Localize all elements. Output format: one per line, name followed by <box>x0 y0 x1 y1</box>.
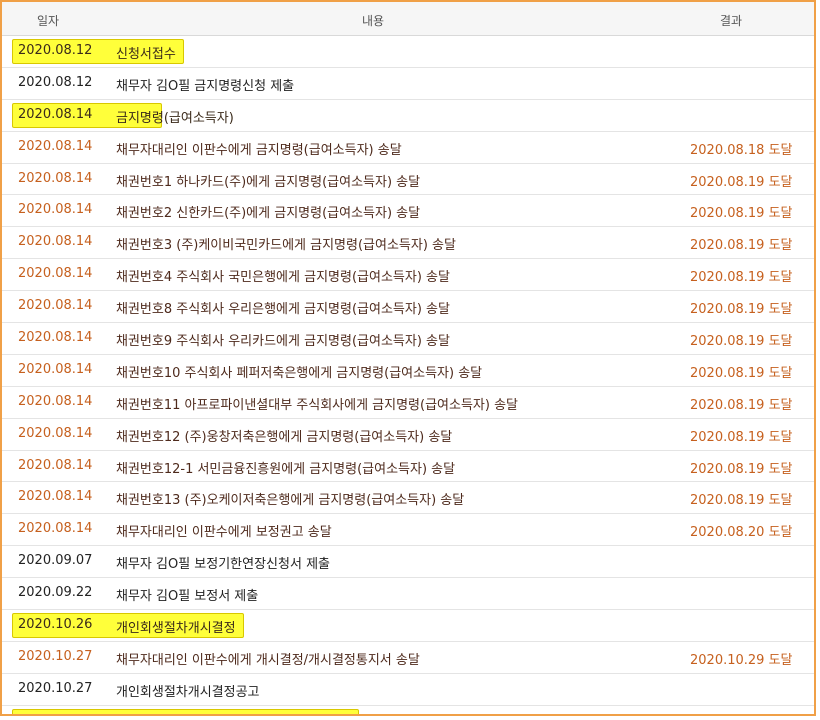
row-content: 채무자 김O필 보정서 제출 <box>116 589 259 605</box>
row-content: 채무자대리인 이판수에게 개시결정/개시결정통지서 송달 <box>116 652 420 668</box>
row-date: 2021.01.18 <box>18 713 92 714</box>
row-date: 2020.08.12 <box>18 43 93 58</box>
header-content: 내용 <box>362 14 385 28</box>
table-row: 2021.01.18 채권자집회기일(본관 제226호 법정 15:00) <box>2 706 814 714</box>
row-content: 신청서접수 <box>116 47 176 62</box>
row-date: 2020.08.14 <box>18 425 93 441</box>
table-row: 2020.08.14 채권번호12-1 서민금융진흥원에게 금지명령(급여소득자)… <box>2 451 814 483</box>
row-content: 채권자집회기일(본관 제226호 법정 15:00) <box>116 713 356 714</box>
row-result: 2020.08.19 도달 <box>690 365 793 381</box>
row-date: 2020.10.27 <box>18 648 93 664</box>
row-content: 개인회생절차개시결정공고 <box>116 684 260 700</box>
table-row: 2020.08.14 채권번호3 (주)케이비국민카드에게 금지명령(급여소득자)… <box>2 227 814 260</box>
table-row: 2020.08.14 채권번호9 주식회사 우리카드에게 금지명령(급여소득자) … <box>2 323 814 355</box>
row-date: 2020.08.14 <box>18 521 93 537</box>
table-row: 2020.08.14 채권번호10 주식회사 페퍼저축은행에게 금지명령(급여소득… <box>2 355 814 387</box>
row-date: 2020.08.14 <box>18 298 93 314</box>
row-result: 2020.08.19 도달 <box>690 302 793 318</box>
table-row: 2020.08.14 채권번호4 주식회사 국민은행에게 금지명령(급여소득자) … <box>2 259 814 292</box>
row-date: 2020.09.22 <box>18 585 93 601</box>
row-content: 채권번호12-1 서민금융진흥원에게 금지명령(급여소득자) 송달 <box>116 461 456 477</box>
table-row: 2020.08.14 채권번호11 아프로파이낸셜대부 주식회사에게 금지명령(급… <box>2 387 814 419</box>
row-date: 2020.08.14 <box>18 202 93 218</box>
row-result: 2020.08.19 도달 <box>690 461 793 477</box>
row-date: 2020.08.14 <box>18 489 93 505</box>
row-content: 채권번호8 주식회사 우리은행에게 금지명령(급여소득자) 송달 <box>116 302 450 318</box>
row-date: 2020.09.07 <box>18 553 93 569</box>
row-result: 2020.08.18 도달 <box>690 142 793 158</box>
table-row: 2020.08.14 금지명령(급여소득자) <box>2 100 814 132</box>
row-date: 2020.08.14 <box>18 138 93 154</box>
row-content: 채무자 김O필 금지명령신청 제출 <box>116 78 295 94</box>
table-row: 2020.09.07 채무자 김O필 보정기한연장신청서 제출 <box>2 546 814 579</box>
row-date: 2020.08.14 <box>18 361 93 377</box>
row-date: 2020.08.14 <box>18 330 93 346</box>
table-row: 2020.08.14 채권번호2 신한카드(주)에게 금지명령(급여소득자) 송달… <box>2 195 814 228</box>
row-content: 채권번호11 아프로파이낸셜대부 주식회사에게 금지명령(급여소득자) 송달 <box>116 397 519 413</box>
row-content: 채권번호4 주식회사 국민은행에게 금지명령(급여소득자) 송달 <box>116 270 450 286</box>
table-row: 2020.08.14 채권번호13 (주)오케이저축은행에게 금지명령(급여소득자… <box>2 482 814 515</box>
row-date: 2020.08.14 <box>18 393 93 409</box>
table-row: 2020.08.12 신청서접수 <box>2 36 814 68</box>
case-history-table: 일자 내용 결과 2020.08.12 신청서접수 2020.08.12 채무자 김O… <box>0 0 816 716</box>
row-content: 채권번호13 (주)오케이저축은행에게 금지명령(급여소득자) 송달 <box>116 493 465 509</box>
row-content: 채권번호1 하나카드(주)에게 금지명령(급여소득자) 송달 <box>116 174 421 190</box>
table-header: 일자 내용 결과 <box>2 2 814 36</box>
row-content: 채권번호12 (주)웅창저축은행에게 금지명령(급여소득자) 송달 <box>116 429 453 445</box>
row-content: 개인회생절차개시결정 <box>116 621 236 637</box>
row-date: 2020.08.14 <box>18 457 93 473</box>
header-result: 결과 <box>720 14 743 28</box>
table-row: 2020.10.27 채무자대리인 이판수에게 개시결정/개시결정통지서 송달 20… <box>2 642 814 674</box>
row-result: 2020.08.19 도달 <box>690 493 793 509</box>
table-row: 2020.08.14 채무자대리인 이판수에게 보정권고 송달 2020.08.20… <box>2 514 814 547</box>
table-row: 2020.08.14 채권번호12 (주)웅창저축은행에게 금지명령(급여소득자)… <box>2 419 814 451</box>
header-date: 일자 <box>37 14 60 28</box>
row-date: 2020.08.14 <box>18 266 93 282</box>
row-result: 2020.08.19 도달 <box>690 429 793 445</box>
table-row: 2020.08.12 채무자 김O필 금지명령신청 제출 <box>2 68 814 100</box>
row-date: 2020.08.14 <box>18 170 93 186</box>
table-row: 2020.09.22 채무자 김O필 보정서 제출 <box>2 578 814 611</box>
row-result: 2020.08.19 도달 <box>690 270 793 286</box>
row-result: 2020.08.19 도달 <box>690 206 793 222</box>
row-content: 채무자대리인 이판수에게 금지명령(급여소득자) 송달 <box>116 142 402 158</box>
row-content: 채권번호10 주식회사 페퍼저축은행에게 금지명령(급여소득자) 송달 <box>116 365 483 381</box>
row-date: 2020.10.26 <box>18 617 93 633</box>
row-content: 채권번호3 (주)케이비국민카드에게 금지명령(급여소득자) 송달 <box>116 238 456 254</box>
row-date: 2020.10.27 <box>18 680 93 696</box>
table-row: 2020.10.26 개인회생절차개시결정 <box>2 610 814 642</box>
table-row: 2020.08.14 채권번호1 하나카드(주)에게 금지명령(급여소득자) 송달… <box>2 164 814 196</box>
table-row: 2020.08.14 채권번호8 주식회사 우리은행에게 금지명령(급여소득자) … <box>2 291 814 324</box>
row-content: 채권번호2 신한카드(주)에게 금지명령(급여소득자) 송달 <box>116 206 421 222</box>
row-content: 금지명령(급여소득자) <box>116 110 234 126</box>
table-row: 2020.10.27 개인회생절차개시결정공고 <box>2 674 814 706</box>
row-result: 2020.08.20 도달 <box>690 525 793 541</box>
row-content: 채권번호9 주식회사 우리카드에게 금지명령(급여소득자) 송달 <box>116 334 450 350</box>
row-content: 채무자대리인 이판수에게 보정권고 송달 <box>116 525 332 541</box>
table-row: 2020.08.14 채무자대리인 이판수에게 금지명령(급여소득자) 송달 202… <box>2 132 814 164</box>
row-result: 2020.10.29 도달 <box>690 652 793 668</box>
table-body: 2020.08.12 신청서접수 2020.08.12 채무자 김O필 금지명령신청 … <box>2 36 814 714</box>
row-result: 2020.08.19 도달 <box>690 238 793 254</box>
row-content: 채무자 김O필 보정기한연장신청서 제출 <box>116 557 330 573</box>
row-date: 2020.08.14 <box>18 234 93 250</box>
row-date: 2020.08.12 <box>18 74 93 90</box>
row-result: 2020.08.19 도달 <box>690 334 793 350</box>
row-result: 2020.08.19 도달 <box>690 397 793 413</box>
row-date: 2020.08.14 <box>18 106 93 122</box>
row-result: 2020.08.19 도달 <box>690 174 793 190</box>
